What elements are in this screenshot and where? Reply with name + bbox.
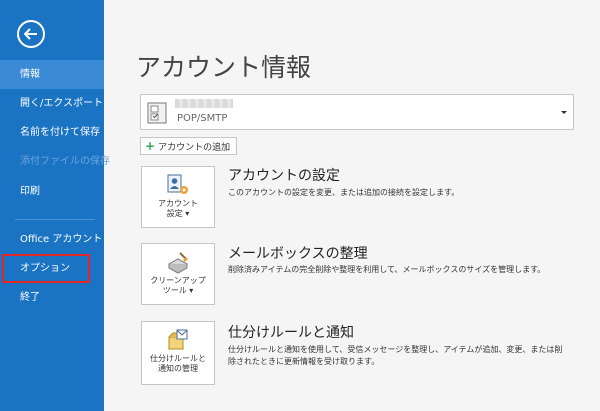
dropdown-caret-icon (561, 111, 567, 114)
account-selector[interactable]: POP/SMTP (140, 94, 574, 130)
plus-icon: + (145, 139, 156, 153)
cleanup-tools-button-line1: クリーンアップ (150, 276, 206, 285)
cleanup-tools-icon (167, 252, 189, 274)
account-settings-button-line2: 設定 ▾ (166, 209, 190, 218)
sidebar-item-exit[interactable]: 終了 (0, 283, 104, 312)
account-settings-button-line1: アカウント (158, 199, 198, 208)
account-settings-title: アカウントの設定 (228, 168, 340, 184)
rules-alerts-icon (168, 329, 188, 350)
sidebar-divider (15, 219, 95, 220)
account-name-blurred (175, 99, 233, 108)
mailbox-cleanup-description: 削除済みアイテムの完全削除や整理を利用して、メールボックスのサイズを管理します。 (228, 265, 546, 274)
account-type-label: POP/SMTP (177, 113, 228, 124)
sidebar-item-print[interactable]: 印刷 (0, 177, 104, 206)
sidebar-item-info[interactable]: 情報 (0, 60, 104, 89)
sidebar-item-save-as[interactable]: 名前を付けて保存 (0, 118, 104, 147)
manage-rules-button-line1: 仕分けルールと (150, 354, 206, 363)
account-settings-button[interactable]: アカウント 設定 ▾ (141, 166, 215, 228)
cleanup-tools-button[interactable]: クリーンアップ ツール ▾ (141, 243, 215, 305)
sidebar-item-office-account[interactable]: Office アカウント (0, 225, 104, 254)
sidebar-item-open-export[interactable]: 開く/エクスポート (0, 89, 104, 118)
mailbox-cleanup-title: メールボックスの整理 (228, 246, 368, 262)
cleanup-tools-button-line2: ツール ▾ (162, 286, 194, 295)
manage-rules-alerts-button[interactable]: 仕分けルールと 通知の管理 (141, 321, 215, 385)
account-settings-description: このアカウントの設定を変更、または追加の接続を設定します。 (228, 188, 460, 197)
back-button[interactable] (17, 20, 45, 48)
rules-alerts-title: 仕分けルールと通知 (228, 325, 354, 341)
account-settings-icon (167, 174, 188, 194)
add-account-label: アカウントの追加 (158, 142, 231, 153)
account-card-icon (147, 102, 167, 124)
main-content: アカウント情報 POP/SMTP + アカウントの追加 アカウント 設定 ▾ ア… (104, 0, 600, 411)
sidebar-item-options[interactable]: オプション (2, 254, 90, 283)
sidebar-item-save-attachments: 添付ファイルの保存 (20, 156, 110, 167)
add-account-button[interactable]: + アカウントの追加 (140, 137, 238, 155)
rules-alerts-description: 仕分けルールと通知を使用して、受信メッセージを整理し、アイテムが追加、変更、また… (228, 345, 563, 366)
manage-rules-button-line2: 通知の管理 (158, 364, 198, 373)
backstage-sidebar: 情報 開く/エクスポート 名前を付けて保存 添付ファイルの保存 印刷 Offic… (0, 0, 110, 411)
page-title: アカウント情報 (136, 53, 312, 82)
back-arrow-icon (24, 28, 37, 40)
